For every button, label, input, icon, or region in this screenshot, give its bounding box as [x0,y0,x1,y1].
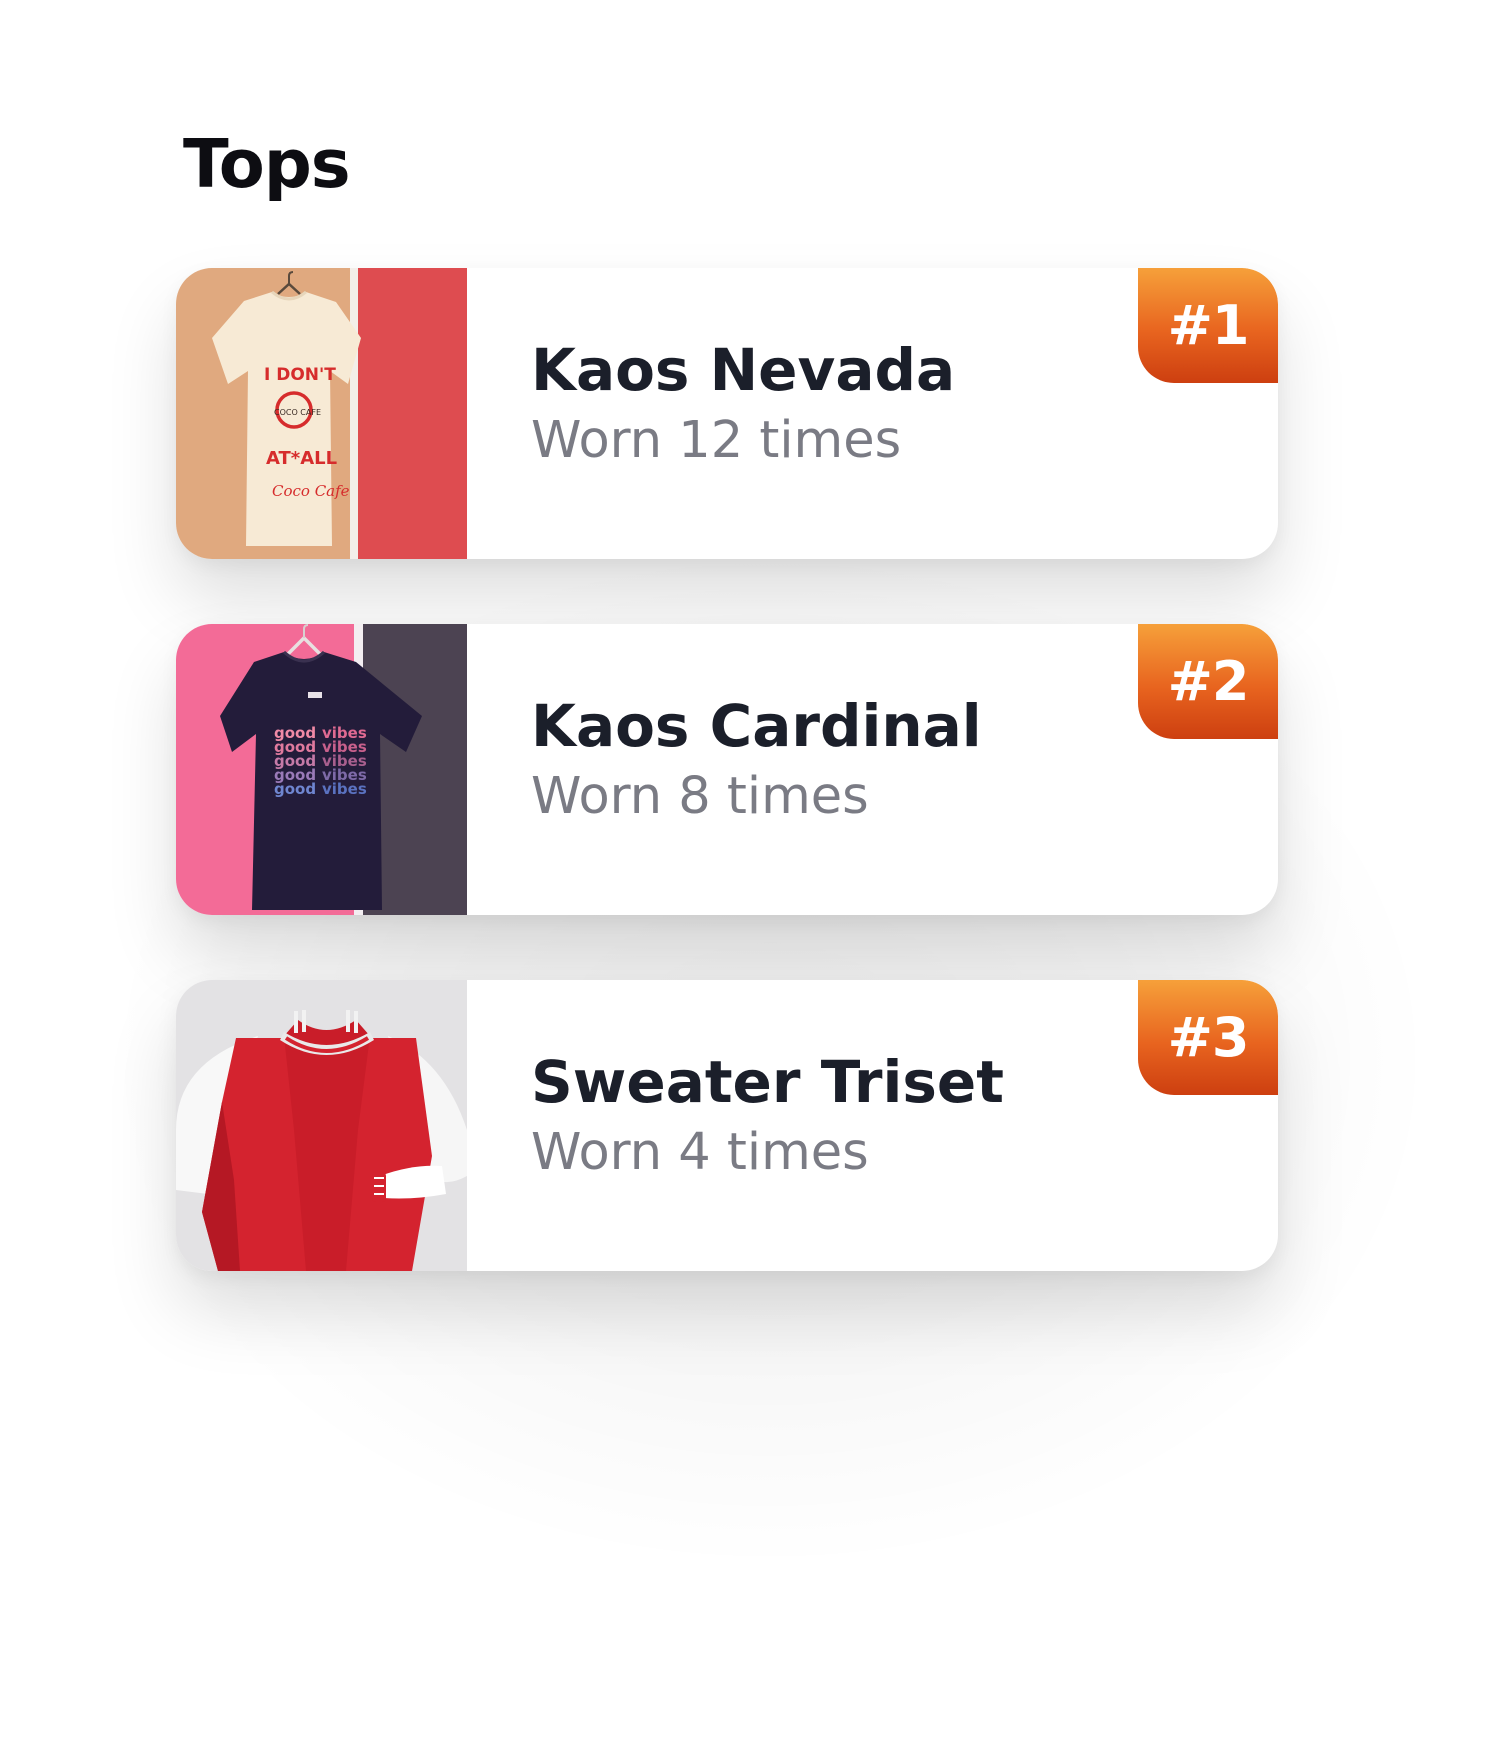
item-name: Kaos Nevada [531,336,956,404]
item-thumbnail: good vibes good vibes good vibes good vi… [176,624,467,915]
tshirt-navy-photo: good vibes good vibes good vibes good vi… [176,624,467,915]
rank-badge: #3 [1138,980,1278,1095]
tshirt-cream-photo: I DON'T COCO CAFE AT*ALL Coco Cafe [176,268,467,559]
item-name: Sweater Triset [531,1048,1004,1116]
rank-badge: #2 [1138,624,1278,739]
item-thumbnail [176,980,467,1271]
tops-ranking-list: I DON'T COCO CAFE AT*ALL Coco Cafe Kaos … [176,268,1278,1336]
item-info: Sweater Triset Worn 4 times [531,1048,1004,1183]
item-info: Kaos Nevada Worn 12 times [531,336,955,471]
section-title: Tops [183,125,351,203]
item-thumbnail: I DON'T COCO CAFE AT*ALL Coco Cafe [176,268,467,559]
item-worn-count: Worn 4 times [531,1122,869,1182]
shirt-print-line3: AT*ALL [266,448,337,469]
item-card-1[interactable]: I DON'T COCO CAFE AT*ALL Coco Cafe Kaos … [176,268,1278,559]
item-worn-count: Worn 8 times [531,766,869,826]
item-worn-count: Worn 12 times [531,410,902,470]
shirt-print-logo: COCO CAFE [274,408,321,417]
shirt-print-line1: I DON'T [264,365,336,385]
shirt-print-vibes-5: vibes [322,780,367,798]
item-info: Kaos Cardinal Worn 8 times [531,692,982,827]
item-name: Kaos Cardinal [531,692,982,760]
shirt-print-good-5: good [274,780,316,798]
varsity-jacket-photo [176,980,467,1271]
rank-badge: #1 [1138,268,1278,383]
item-card-3[interactable]: Sweater Triset Worn 4 times #3 [176,980,1278,1271]
shirt-print-line4: Coco Cafe [272,482,350,500]
item-card-2[interactable]: good vibes good vibes good vibes good vi… [176,624,1278,915]
